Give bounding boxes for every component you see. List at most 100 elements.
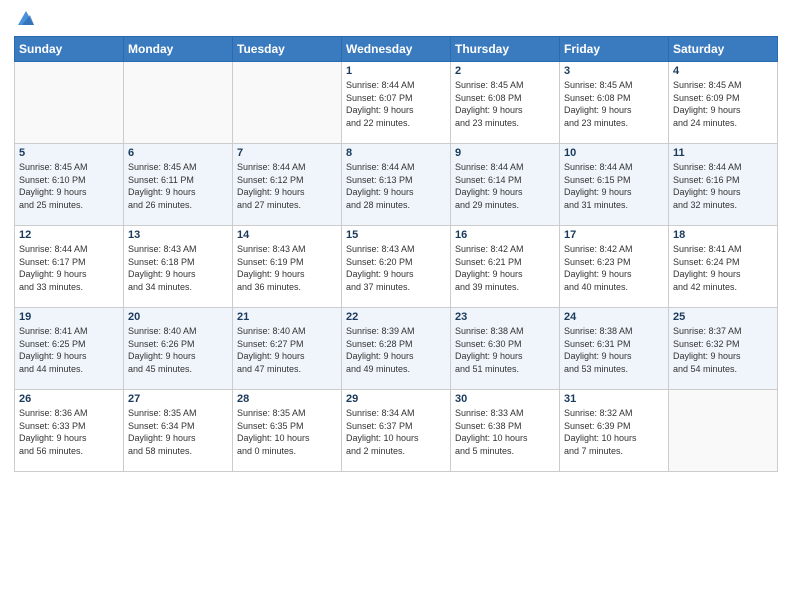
- day-info: Sunrise: 8:44 AM Sunset: 6:17 PM Dayligh…: [19, 243, 119, 293]
- logo: [14, 14, 36, 30]
- calendar-cell: 13 Sunrise: 8:43 AM Sunset: 6:18 PM Dayli…: [124, 226, 233, 308]
- day-info: Sunrise: 8:43 AM Sunset: 6:19 PM Dayligh…: [237, 243, 337, 293]
- day-info: Sunrise: 8:34 AM Sunset: 6:37 PM Dayligh…: [346, 407, 446, 457]
- calendar-cell: 20 Sunrise: 8:40 AM Sunset: 6:26 PM Dayli…: [124, 308, 233, 390]
- day-info: Sunrise: 8:43 AM Sunset: 6:18 PM Dayligh…: [128, 243, 228, 293]
- calendar-cell: 3Sunrise: 8:45 AM Sunset: 6:08 PM Daylig…: [560, 62, 669, 144]
- calendar-cell: 19 Sunrise: 8:41 AM Sunset: 6:25 PM Dayli…: [15, 308, 124, 390]
- day-info: Sunrise: 8:38 AM Sunset: 6:30 PM Dayligh…: [455, 325, 555, 375]
- day-info: Sunrise: 8:41 AM Sunset: 6:25 PM Dayligh…: [19, 325, 119, 375]
- day-number: 16: [455, 229, 555, 241]
- day-of-week-header: Wednesday: [342, 37, 451, 62]
- calendar-cell: 2 Sunrise: 8:45 AM Sunset: 6:08 PM Daylig…: [451, 62, 560, 144]
- day-number: 8: [346, 147, 446, 159]
- day-number: 27: [128, 393, 228, 405]
- day-number: 30: [455, 393, 555, 405]
- calendar-cell: 18 Sunrise: 8:41 AM Sunset: 6:24 PM Dayli…: [669, 226, 778, 308]
- day-info: Sunrise: 8:35 AM Sunset: 6:34 PM Dayligh…: [128, 407, 228, 457]
- day-number: 23: [455, 311, 555, 323]
- calendar-cell: 31 Sunrise: 8:32 AM Sunset: 6:39 PM Dayli…: [560, 390, 669, 472]
- day-of-week-header: Friday: [560, 37, 669, 62]
- day-number: 12: [19, 229, 119, 241]
- day-info: Sunrise: 8:32 AM Sunset: 6:39 PM Dayligh…: [564, 407, 664, 457]
- day-number: 22: [346, 311, 446, 323]
- day-info: Sunrise: 8:33 AM Sunset: 6:38 PM Dayligh…: [455, 407, 555, 457]
- day-number: 28: [237, 393, 337, 405]
- day-number: 31: [564, 393, 664, 405]
- day-number: 4: [673, 65, 773, 77]
- day-info: Sunrise: 8:44 AM Sunset: 6:13 PM Dayligh…: [346, 161, 446, 211]
- day-number: 19: [19, 311, 119, 323]
- calendar-cell: 24 Sunrise: 8:38 AM Sunset: 6:31 PM Dayli…: [560, 308, 669, 390]
- day-number: 11: [673, 147, 773, 159]
- day-info: Sunrise: 8:45 AM Sunset: 6:09 PM Dayligh…: [673, 79, 773, 129]
- day-info: Sunrise: 8:37 AM Sunset: 6:32 PM Dayligh…: [673, 325, 773, 375]
- calendar-cell: 11 Sunrise: 8:44 AM Sunset: 6:16 PM Dayli…: [669, 144, 778, 226]
- day-number: 20: [128, 311, 228, 323]
- day-number: 14: [237, 229, 337, 241]
- calendar-cell: [669, 390, 778, 472]
- calendar-cell: 21 Sunrise: 8:40 AM Sunset: 6:27 PM Dayli…: [233, 308, 342, 390]
- calendar-cell: 15 Sunrise: 8:43 AM Sunset: 6:20 PM Dayli…: [342, 226, 451, 308]
- day-info: Sunrise: 8:45 AM Sunset: 6:10 PM Dayligh…: [19, 161, 119, 211]
- calendar-cell: 17 Sunrise: 8:42 AM Sunset: 6:23 PM Dayli…: [560, 226, 669, 308]
- day-info: Sunrise: 8:45 AM Sunset: 6:08 PM Dayligh…: [455, 79, 555, 129]
- calendar-table: SundayMondayTuesdayWednesdayThursdayFrid…: [14, 36, 778, 472]
- day-info: Sunrise: 8:40 AM Sunset: 6:26 PM Dayligh…: [128, 325, 228, 375]
- day-info: Sunrise: 8:44 AM Sunset: 6:14 PM Dayligh…: [455, 161, 555, 211]
- day-info: Sunrise: 8:35 AM Sunset: 6:35 PM Dayligh…: [237, 407, 337, 457]
- calendar-cell: 7 Sunrise: 8:44 AM Sunset: 6:12 PM Daylig…: [233, 144, 342, 226]
- calendar-week-row: 1 Sunrise: 8:44 AM Sunset: 6:07 PM Daylig…: [15, 62, 778, 144]
- day-number: 7: [237, 147, 337, 159]
- day-number: 15: [346, 229, 446, 241]
- day-info: Sunrise: 8:43 AM Sunset: 6:20 PM Dayligh…: [346, 243, 446, 293]
- day-of-week-header: Thursday: [451, 37, 560, 62]
- calendar-cell: 8 Sunrise: 8:44 AM Sunset: 6:13 PM Daylig…: [342, 144, 451, 226]
- calendar-cell: 9 Sunrise: 8:44 AM Sunset: 6:14 PM Daylig…: [451, 144, 560, 226]
- day-number: 6: [128, 147, 228, 159]
- day-number: 9: [455, 147, 555, 159]
- day-number: 26: [19, 393, 119, 405]
- day-of-week-header: Saturday: [669, 37, 778, 62]
- page-container: SundayMondayTuesdayWednesdayThursdayFrid…: [0, 0, 792, 482]
- day-info: Sunrise: 8:44 AM Sunset: 6:07 PM Dayligh…: [346, 79, 446, 129]
- day-number: 1: [346, 65, 446, 77]
- day-number: 10: [564, 147, 664, 159]
- calendar-cell: 14 Sunrise: 8:43 AM Sunset: 6:19 PM Dayli…: [233, 226, 342, 308]
- calendar-week-row: 19 Sunrise: 8:41 AM Sunset: 6:25 PM Dayli…: [15, 308, 778, 390]
- day-info: Sunrise: 8:38 AM Sunset: 6:31 PM Dayligh…: [564, 325, 664, 375]
- day-number: 21: [237, 311, 337, 323]
- day-number: 13: [128, 229, 228, 241]
- day-info: Sunrise: 8:42 AM Sunset: 6:23 PM Dayligh…: [564, 243, 664, 293]
- day-info: Sunrise: 8:44 AM Sunset: 6:15 PM Dayligh…: [564, 161, 664, 211]
- day-info: Sunrise: 8:44 AM Sunset: 6:12 PM Dayligh…: [237, 161, 337, 211]
- calendar-week-row: 5Sunrise: 8:45 AM Sunset: 6:10 PM Daylig…: [15, 144, 778, 226]
- calendar-cell: 10 Sunrise: 8:44 AM Sunset: 6:15 PM Dayli…: [560, 144, 669, 226]
- day-info: Sunrise: 8:44 AM Sunset: 6:16 PM Dayligh…: [673, 161, 773, 211]
- calendar-cell: 30 Sunrise: 8:33 AM Sunset: 6:38 PM Dayli…: [451, 390, 560, 472]
- calendar-cell: 29 Sunrise: 8:34 AM Sunset: 6:37 PM Dayli…: [342, 390, 451, 472]
- day-of-week-header: Monday: [124, 37, 233, 62]
- calendar-cell: 4 Sunrise: 8:45 AM Sunset: 6:09 PM Daylig…: [669, 62, 778, 144]
- day-number: 29: [346, 393, 446, 405]
- header: [14, 10, 778, 30]
- day-number: 24: [564, 311, 664, 323]
- day-info: Sunrise: 8:41 AM Sunset: 6:24 PM Dayligh…: [673, 243, 773, 293]
- day-info: Sunrise: 8:39 AM Sunset: 6:28 PM Dayligh…: [346, 325, 446, 375]
- day-number: 2: [455, 65, 555, 77]
- calendar-cell: 6 Sunrise: 8:45 AM Sunset: 6:11 PM Daylig…: [124, 144, 233, 226]
- calendar-cell: 26Sunrise: 8:36 AM Sunset: 6:33 PM Dayli…: [15, 390, 124, 472]
- calendar-cell: [124, 62, 233, 144]
- calendar-week-row: 12 Sunrise: 8:44 AM Sunset: 6:17 PM Dayli…: [15, 226, 778, 308]
- calendar-cell: 27 Sunrise: 8:35 AM Sunset: 6:34 PM Dayli…: [124, 390, 233, 472]
- calendar-cell: 22 Sunrise: 8:39 AM Sunset: 6:28 PM Dayli…: [342, 308, 451, 390]
- calendar-cell: [15, 62, 124, 144]
- day-info: Sunrise: 8:45 AM Sunset: 6:11 PM Dayligh…: [128, 161, 228, 211]
- day-number: 17: [564, 229, 664, 241]
- logo-text: [14, 14, 36, 32]
- calendar-cell: 25Sunrise: 8:37 AM Sunset: 6:32 PM Dayli…: [669, 308, 778, 390]
- calendar-cell: 5Sunrise: 8:45 AM Sunset: 6:10 PM Daylig…: [15, 144, 124, 226]
- day-number: 18: [673, 229, 773, 241]
- calendar-header-row: SundayMondayTuesdayWednesdayThursdayFrid…: [15, 37, 778, 62]
- day-info: Sunrise: 8:40 AM Sunset: 6:27 PM Dayligh…: [237, 325, 337, 375]
